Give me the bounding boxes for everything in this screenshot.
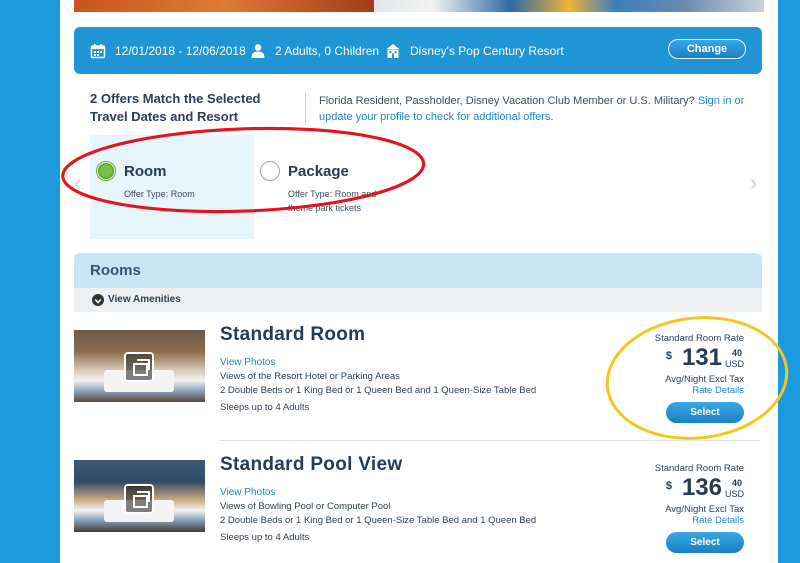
offers-match-title: 2 Offers Match the Selected Travel Dates… [90, 91, 261, 124]
avg-night-label: Avg/Night Excl Tax [665, 374, 744, 385]
view-photos-link[interactable]: View Photos [220, 487, 275, 498]
offer-type: Offer Type: Room and theme park tickets [288, 189, 377, 213]
guest-count: 2 Adults, 0 Children [275, 43, 380, 58]
rate-label: Standard Room Rate [654, 333, 744, 344]
resort-name: Disney's Pop Century Resort [410, 43, 564, 58]
currency-symbol: $ [665, 480, 672, 492]
resort-segment: Disney's Pop Century Resort [385, 27, 564, 74]
rooms-section-header: Rooms [74, 253, 762, 288]
room-sleeps: Sleeps up to 4 Adults [220, 532, 310, 543]
hero-image-strip [74, 0, 764, 12]
view-amenities-label: View Amenities [108, 294, 181, 305]
booking-page: 12/01/2018 - 12/06/2018 2 Adults, 0 Chil… [60, 0, 778, 563]
rate-box: Standard Room Rate $ 136 40 USD Avg/Nigh… [624, 463, 744, 553]
view-amenities-toggle[interactable]: View Amenities [74, 288, 762, 312]
price-cents: 40 [731, 348, 742, 358]
price: $ 136 40 USD [624, 474, 744, 504]
offer-card-package[interactable]: Package Offer Type: Room and theme park … [254, 135, 474, 239]
offer-card-room[interactable]: Room Offer Type: Room [90, 135, 254, 239]
price: $ 131 40 USD [624, 344, 744, 374]
rate-details-link[interactable]: Rate Details [624, 385, 744, 396]
room-photo[interactable] [74, 330, 205, 402]
offers-divider [305, 93, 306, 123]
room-divider [220, 440, 760, 441]
person-icon [251, 43, 265, 58]
price-currency: USD [724, 359, 744, 369]
rate-box: Standard Room Rate $ 131 40 USD Avg/Nigh… [624, 333, 744, 423]
room-views: Views of Bowling Pool or Computer Pool [220, 501, 391, 512]
avg-night-label: Avg/Night Excl Tax [665, 504, 744, 515]
rate-details-link[interactable]: Rate Details [624, 515, 744, 526]
resident-text: Florida Resident, Passholder, Disney Vac… [319, 95, 695, 107]
price-cents: 40 [731, 478, 742, 488]
guests-segment: 2 Adults, 0 Children [250, 27, 379, 74]
change-button[interactable]: Change [668, 39, 746, 59]
building-icon [386, 43, 400, 58]
offer-radio-room[interactable] [96, 161, 116, 181]
room-listing: Standard Room View Photos Views of the R… [74, 324, 762, 446]
rate-label: Standard Room Rate [654, 463, 744, 474]
currency-symbol: $ [665, 350, 672, 362]
room-photo[interactable] [74, 460, 205, 532]
chevron-down-icon [92, 294, 104, 306]
price-dollars: 131 [681, 344, 722, 371]
calendar-icon [90, 43, 106, 58]
room-sleeps: Sleeps up to 4 Adults [220, 402, 310, 413]
select-button[interactable]: Select [666, 402, 744, 423]
room-views: Views of the Resort Hotel or Parking Are… [220, 371, 400, 382]
offer-name: Package [288, 163, 349, 180]
price-currency: USD [724, 489, 744, 499]
offer-type: Offer Type: Room [124, 189, 195, 199]
view-photos-link[interactable]: View Photos [220, 357, 275, 368]
room-name: Standard Room [220, 324, 366, 345]
rooms-title: Rooms [90, 262, 141, 279]
room-listing: Standard Pool View View Photos Views of … [74, 454, 762, 563]
carousel-next-icon[interactable]: › [750, 170, 757, 196]
carousel-prev-icon[interactable]: ‹ [74, 170, 81, 196]
room-beds: 2 Double Beds or 1 King Bed or 1 Queen B… [220, 385, 537, 396]
dates-segment: 12/01/2018 - 12/06/2018 [90, 27, 246, 74]
resident-notice: Florida Resident, Passholder, Disney Vac… [319, 93, 749, 125]
travel-dates: 12/01/2018 - 12/06/2018 [115, 43, 246, 58]
photo-gallery-icon[interactable] [124, 352, 154, 382]
room-beds: 2 Double Beds or 1 King Bed or 1 Queen-S… [220, 515, 537, 526]
photo-gallery-icon[interactable] [124, 484, 154, 514]
offer-name: Room [124, 163, 167, 180]
price-dollars: 136 [681, 474, 722, 501]
room-name: Standard Pool View [220, 454, 403, 475]
trip-summary-bar: 12/01/2018 - 12/06/2018 2 Adults, 0 Chil… [74, 27, 762, 74]
select-button[interactable]: Select [666, 532, 744, 553]
offer-radio-package[interactable] [260, 161, 280, 181]
